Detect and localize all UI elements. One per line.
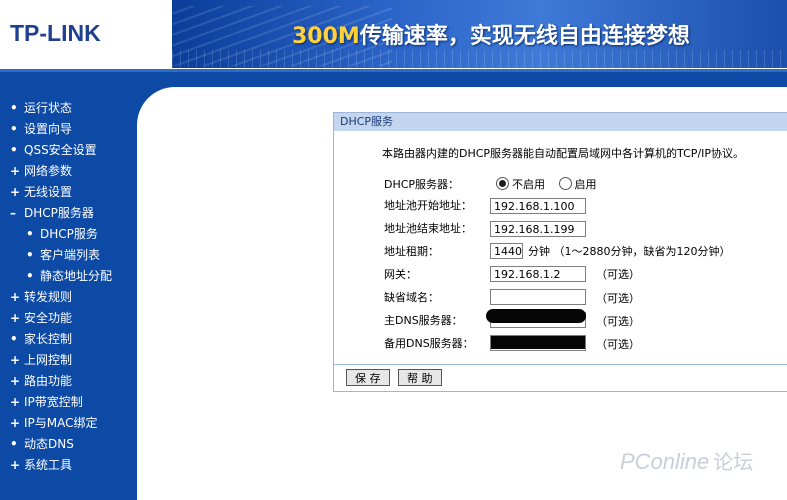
nav-item-wizard[interactable]: • 设置向导 <box>10 119 112 140</box>
pool-end-input[interactable]: 192.168.1.199 <box>490 221 586 237</box>
dhcp-radio-group: 不启用 启用 <box>496 176 597 194</box>
bullet-icon: • <box>10 332 18 346</box>
nav-item-routing[interactable]: + 路由功能 <box>10 371 112 392</box>
dhcp-panel: DHCP服务 本路由器内建的DHCP服务器能自动配置局域网中各计算机的TCP/I… <box>333 112 787 392</box>
radio-enabled[interactable] <box>558 177 572 190</box>
dhcp-server-label: DHCP服务器： <box>384 178 460 191</box>
watermark-site: 论坛 <box>713 452 754 474</box>
bullet-icon: • <box>26 227 34 241</box>
banner-slogan: 300M传输速率，实现无线自由连接梦想 <box>292 18 690 50</box>
lease-hint: 分钟 （1～2880分钟，缺省为120分钟） <box>528 245 731 258</box>
expand-icon: + <box>10 395 21 409</box>
nav-item-network[interactable]: + 网络参数 <box>10 161 112 182</box>
dns1-redaction <box>486 309 586 323</box>
radio-disabled[interactable] <box>496 177 509 190</box>
expand-icon: + <box>10 458 21 472</box>
collapse-icon: – <box>10 206 16 220</box>
panel-separator <box>334 364 787 365</box>
dhcp-server-row: DHCP服务器： <box>384 176 492 194</box>
nav-item-dhcp-server[interactable]: – DHCP服务器 <box>10 203 112 224</box>
nav-subitem-dhcp-service[interactable]: • DHCP服务 <box>10 224 112 245</box>
dns2-redaction <box>491 336 585 349</box>
logo-area: TP-LINK <box>0 0 172 70</box>
nav-item-security[interactable]: + 安全功能 <box>10 308 112 329</box>
bullet-icon: • <box>26 269 34 283</box>
watermark: PConline 论坛 <box>620 446 753 475</box>
dns1-row: 主DNS服务器： <box>384 312 492 330</box>
nav-item-access-control[interactable]: + 上网控制 <box>10 350 112 371</box>
nav-subitem-static-address[interactable]: • 静态地址分配 <box>10 266 112 287</box>
bullet-icon: • <box>10 101 18 115</box>
bullet-icon: • <box>10 122 18 136</box>
gateway-input[interactable]: 192.168.1.2 <box>490 266 586 282</box>
expand-icon: + <box>10 353 21 367</box>
expand-icon: + <box>10 185 21 199</box>
bullet-icon: • <box>10 143 18 157</box>
bullet-icon: • <box>10 437 18 451</box>
dns2-row: 备用DNS服务器： <box>384 335 492 353</box>
nav-item-qss[interactable]: • QSS安全设置 <box>10 140 112 161</box>
pool-end-label: 地址池结束地址： <box>384 222 472 235</box>
lease-input[interactable]: 1440 <box>490 243 523 259</box>
bullet-icon: • <box>26 248 34 262</box>
pool-start-label: 地址池开始地址： <box>384 199 472 212</box>
pool-end-row: 地址池结束地址： <box>384 220 492 238</box>
watermark-brand: PConline <box>620 449 710 474</box>
dns2-label: 备用DNS服务器： <box>384 337 474 350</box>
gateway-row: 网关： <box>384 266 492 284</box>
help-button[interactable]: 帮 助 <box>398 369 442 386</box>
lease-row: 地址租期： <box>384 243 492 261</box>
nav-item-ip-mac-binding[interactable]: + IP与MAC绑定 <box>10 413 112 434</box>
save-button[interactable]: 保 存 <box>346 369 390 386</box>
panel-description: 本路由器内建的DHCP服务器能自动配置局域网中各计算机的TCP/IP协议。 <box>382 147 745 160</box>
nav-item-system-tools[interactable]: + 系统工具 <box>10 455 112 476</box>
expand-icon: + <box>10 416 21 430</box>
gateway-label: 网关： <box>384 268 417 281</box>
nav-subitem-client-list[interactable]: • 客户端列表 <box>10 245 112 266</box>
slogan-speed: 300M <box>292 24 360 49</box>
dns2-optional: （可选） <box>596 338 640 351</box>
domain-input[interactable] <box>490 289 586 305</box>
nav-item-ddns[interactable]: • 动态DNS <box>10 434 112 455</box>
expand-icon: + <box>10 311 21 325</box>
nav-item-bandwidth[interactable]: + IP带宽控制 <box>10 392 112 413</box>
dns1-label: 主DNS服务器： <box>384 314 463 327</box>
domain-label: 缺省域名： <box>384 291 439 304</box>
sidebar-nav: • 运行状态 • 设置向导 • QSS安全设置 + 网络参数 + 无线设置 – DHCP服务… <box>0 72 137 500</box>
nav-item-forwarding[interactable]: + 转发规则 <box>10 287 112 308</box>
expand-icon: + <box>10 374 21 388</box>
slogan-text: 传输速率，实现无线自由连接梦想 <box>359 24 690 49</box>
pool-start-row: 地址池开始地址： <box>384 197 492 215</box>
header-banner: 300M传输速率，实现无线自由连接梦想 <box>172 0 787 68</box>
nav-item-parental-control[interactable]: • 家长控制 <box>10 329 112 350</box>
tp-link-logo: TP-LINK <box>10 20 101 46</box>
expand-icon: + <box>10 290 21 304</box>
domain-row: 缺省域名： <box>384 289 492 307</box>
panel-title: DHCP服务 <box>334 113 787 131</box>
nav-list: • 运行状态 • 设置向导 • QSS安全设置 + 网络参数 + 无线设置 – DHCP服务… <box>10 98 112 476</box>
lease-label: 地址租期： <box>384 245 439 258</box>
pool-start-input[interactable]: 192.168.1.100 <box>490 198 586 214</box>
expand-icon: + <box>10 164 21 178</box>
dns1-optional: （可选） <box>596 315 640 328</box>
domain-optional: （可选） <box>596 292 640 305</box>
header: TP-LINK 300M传输速率，实现无线自由连接梦想 <box>0 0 787 72</box>
radio-enabled-option[interactable]: 启用 <box>558 177 597 191</box>
radio-disabled-option[interactable]: 不启用 <box>496 177 545 191</box>
gateway-optional: （可选） <box>596 268 640 281</box>
nav-item-status[interactable]: • 运行状态 <box>10 98 112 119</box>
nav-item-wireless[interactable]: + 无线设置 <box>10 182 112 203</box>
